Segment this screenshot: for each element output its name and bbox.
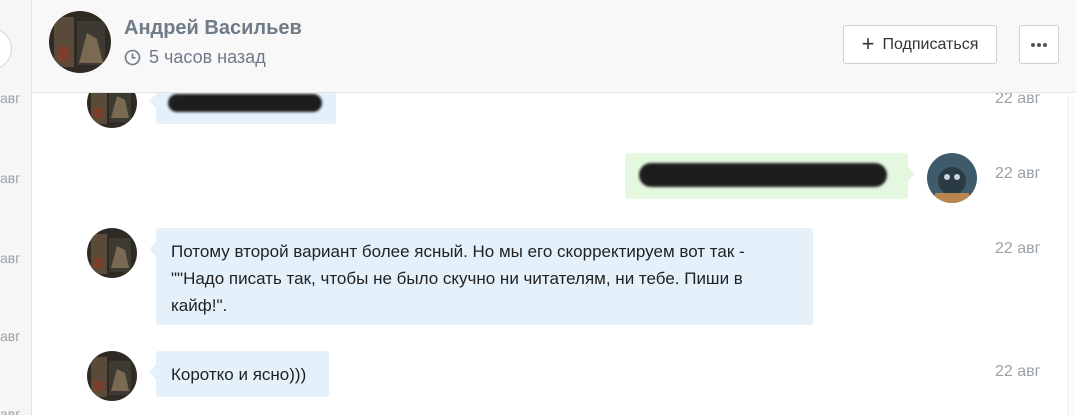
message-text: Коротко и ясно))): [171, 365, 307, 384]
contact-avatar-large[interactable]: [49, 11, 111, 73]
my-avatar[interactable]: [927, 153, 977, 203]
conversation-list-edge: авг авг авг авг авг: [0, 0, 32, 415]
message-text: Потому второй вариант более ясный. Но мы…: [171, 242, 745, 315]
message-bubble-outgoing: [625, 153, 915, 199]
subscribe-label: Подписаться: [882, 35, 979, 53]
search-circle-fragment[interactable]: [0, 28, 12, 70]
list-date: авг: [0, 170, 21, 186]
redacted-text: [168, 94, 322, 112]
list-date: авг: [0, 328, 21, 344]
contact-avatar[interactable]: [87, 351, 137, 401]
plus-icon: +: [861, 30, 875, 56]
more-options-button[interactable]: [1019, 25, 1059, 64]
clock-icon: [124, 49, 141, 66]
subscribe-button[interactable]: + Подписаться: [843, 25, 997, 64]
message-bubble: Коротко и ясно))): [149, 351, 329, 397]
list-date: авг: [0, 406, 21, 415]
contact-avatar[interactable]: [87, 228, 137, 278]
last-seen-text: 5 часов назад: [149, 47, 266, 67]
message-date: 22 авг: [995, 363, 1041, 380]
chat-panel: 22 авг 22 авг Потому второй вариант боле…: [32, 0, 1076, 415]
more-dots-icon: [1031, 42, 1047, 47]
last-seen-status: 5 часов назад: [124, 47, 266, 68]
contact-name[interactable]: Андрей Васильев: [124, 17, 302, 40]
list-date: авг: [0, 90, 21, 106]
chat-header: Андрей Васильев 5 часов назад + Подписат…: [32, 0, 1076, 93]
scrollbar[interactable]: [1067, 96, 1074, 415]
list-date: авг: [0, 250, 21, 266]
message-date: 22 авг: [995, 165, 1041, 182]
message-bubble: Потому второй вариант более ясный. Но мы…: [149, 228, 813, 325]
redacted-text: [639, 163, 887, 187]
message-date: 22 авг: [995, 240, 1041, 257]
